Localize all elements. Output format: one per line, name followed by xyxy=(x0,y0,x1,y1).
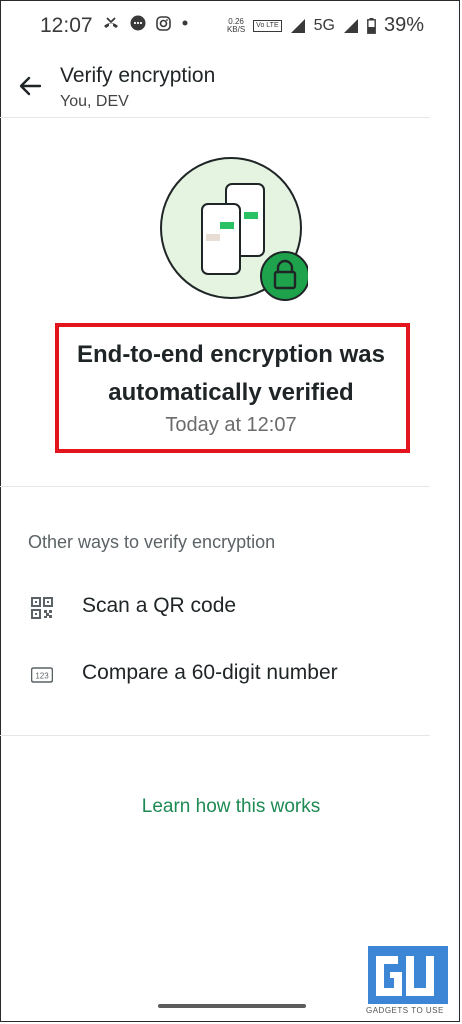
app-bar: Verify encryption You, DEV xyxy=(0,52,462,116)
qr-code-icon xyxy=(31,597,53,619)
signal-icon xyxy=(290,18,305,33)
encryption-illustration xyxy=(160,157,308,301)
chat-bubble-icon xyxy=(130,15,146,31)
status-bar: 12:07 0.26 KB/S Vo LTE 5G 39% xyxy=(0,0,462,52)
screen-frame xyxy=(0,0,460,1022)
number-123-icon: 123 xyxy=(31,667,53,683)
verified-headline: End-to-end encryption was automatically … xyxy=(0,336,462,412)
back-arrow-icon[interactable] xyxy=(16,72,44,100)
system-status-icons: 0.26 KB/S Vo LTE 5G 39% xyxy=(227,14,424,37)
divider xyxy=(0,486,430,487)
page-subtitle: You, DEV xyxy=(60,93,129,110)
net-speed-unit: KB/S xyxy=(226,24,246,34)
network-type: 5G xyxy=(313,16,335,34)
status-time: 12:07 xyxy=(40,14,93,37)
missed-call-icon xyxy=(104,17,118,28)
divider xyxy=(0,117,430,118)
compare-number-label: Compare a 60-digit number xyxy=(82,661,338,684)
page-title: Verify encryption xyxy=(60,64,216,87)
verified-timestamp: Today at 12:07 xyxy=(165,414,297,436)
battery-percent: 39% xyxy=(383,14,424,36)
verified-headline-line2: automatically verified xyxy=(108,379,354,406)
other-ways-label: Other ways to verify encryption xyxy=(28,532,276,552)
watermark-text: GADGETS TO USE xyxy=(366,1006,444,1015)
learn-how-link[interactable]: Learn how this works xyxy=(0,796,462,818)
dot-icon xyxy=(182,20,188,26)
volte-badge: Vo LTE xyxy=(253,19,282,32)
signal-icon-2 xyxy=(343,18,358,33)
scan-qr-label: Scan a QR code xyxy=(82,594,237,617)
verified-headline-line1: End-to-end encryption was xyxy=(76,341,385,368)
compare-number-option[interactable]: 123 Compare a 60-digit number xyxy=(0,644,430,704)
gesture-nav-bar[interactable] xyxy=(158,1004,306,1008)
network-speed: 0.26 KB/S xyxy=(226,17,246,34)
battery-icon xyxy=(367,17,376,34)
instagram-icon xyxy=(156,15,171,31)
svg-text:123: 123 xyxy=(35,672,49,681)
notification-icons xyxy=(102,15,189,31)
divider xyxy=(0,735,430,736)
scan-qr-option[interactable]: Scan a QR code xyxy=(0,577,430,637)
